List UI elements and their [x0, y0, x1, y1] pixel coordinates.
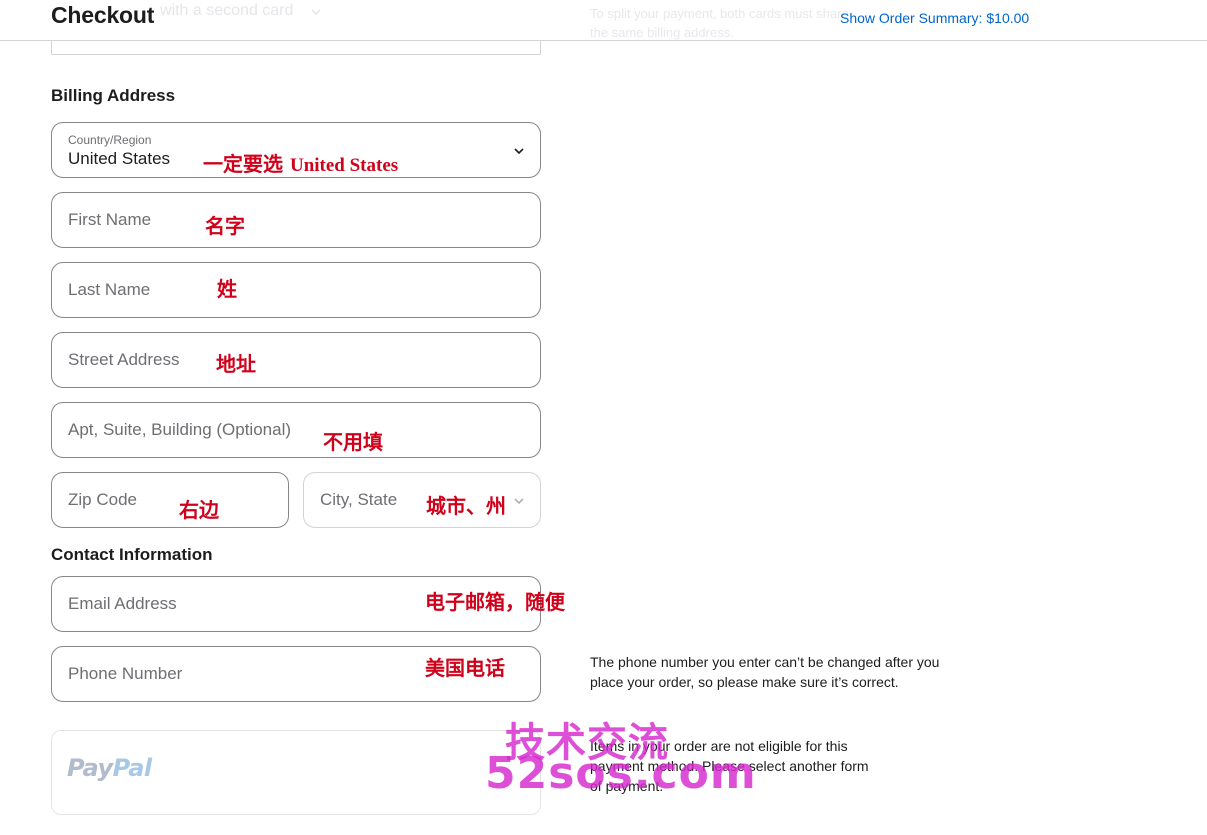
first-name-field[interactable]	[68, 193, 524, 247]
split-payment-note-ghost: To split your payment, both cards must s…	[590, 6, 849, 40]
paypal-logo: PayPal	[67, 754, 152, 782]
annotation-email: 电子邮箱，随便	[425, 590, 565, 614]
annotation-city-state: 城市、州	[426, 494, 506, 518]
paypal-payment-option[interactable]: PayPal	[51, 730, 541, 815]
order-summary-label: Show Order Summary:	[840, 10, 983, 26]
apt-suite-field[interactable]	[68, 403, 524, 457]
zip-code-field-wrapper	[51, 472, 289, 528]
last-name-field-wrapper	[51, 262, 541, 318]
phone-number-note: The phone number you enter can’t be chan…	[590, 654, 940, 690]
annotation-apt: 不用填	[323, 430, 383, 454]
street-address-field[interactable]	[68, 333, 524, 387]
annotation-last-name: 姓	[217, 277, 237, 301]
annotation-street: 地址	[216, 352, 256, 376]
annotation-zip: 右边	[179, 498, 219, 522]
chevron-down-icon	[514, 498, 524, 505]
order-summary-amount: $10.00	[986, 10, 1030, 26]
billing-address-heading: Billing Address	[51, 86, 176, 105]
annotation-first-name: 名字	[205, 214, 245, 238]
country-region-label: Country/Region	[68, 133, 152, 147]
page-title: Checkout	[51, 2, 155, 28]
chevron-down-icon	[311, 9, 321, 16]
zip-code-field[interactable]	[68, 473, 272, 527]
contact-information-heading: Contact Information	[51, 545, 213, 564]
checkout-header: Checkout with a second card To split you…	[0, 0, 1207, 41]
annotation-country: 一定要选 United States	[203, 152, 399, 176]
annotation-phone: 美国电话	[425, 656, 505, 680]
street-address-field-wrapper	[51, 332, 541, 388]
show-order-summary-link[interactable]: Show Order Summary: $10.00	[840, 10, 1029, 26]
chevron-down-icon	[514, 148, 524, 155]
last-name-field[interactable]	[68, 263, 524, 317]
watermark-url: 52sos.com	[485, 748, 757, 799]
second-card-option-ghost: with a second card	[160, 2, 294, 19]
country-region-value: United States	[68, 149, 171, 168]
card-section-bottom-edge	[51, 41, 541, 55]
first-name-field-wrapper	[51, 192, 541, 248]
apt-suite-field-wrapper	[51, 402, 541, 458]
